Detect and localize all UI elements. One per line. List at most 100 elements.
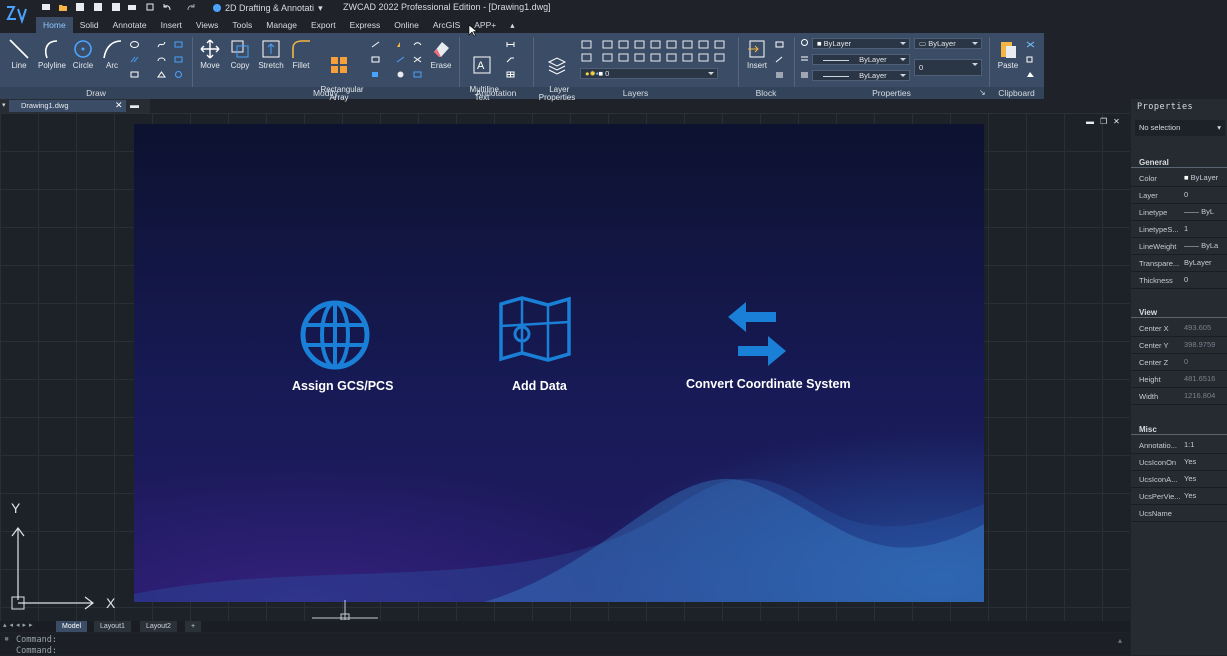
circle-button[interactable]: Circle: [70, 38, 96, 70]
prop-row-ucs-name[interactable]: UcsName: [1131, 505, 1227, 522]
layer-dropdown[interactable]: ●✹▪■ 0: [580, 68, 718, 79]
redo-icon[interactable]: [186, 2, 196, 12]
explode-icon[interactable]: [413, 56, 422, 63]
move-button[interactable]: Move: [197, 38, 223, 70]
edit-block-icon[interactable]: [775, 56, 784, 63]
tab-home[interactable]: Home: [36, 17, 73, 33]
add-layout-button[interactable]: +: [185, 621, 202, 632]
close-icon[interactable]: ✕: [115, 100, 123, 111]
layout-nav-arrows[interactable]: ▴◂◂▸▸: [3, 621, 36, 629]
ellipse-icon[interactable]: [130, 41, 139, 48]
tab-solid[interactable]: Solid: [73, 17, 106, 33]
stretch-button[interactable]: Stretch: [256, 38, 286, 70]
tab-insert[interactable]: Insert: [154, 17, 189, 33]
erase-button[interactable]: Erase: [429, 38, 453, 70]
match-properties-icon[interactable]: [800, 39, 809, 46]
match-icon[interactable]: [1026, 71, 1035, 78]
color-dropdown[interactable]: ■ ByLayer: [812, 38, 910, 49]
tab-export[interactable]: Export: [304, 17, 343, 33]
lineweight-icon[interactable]: [800, 71, 809, 78]
open-icon[interactable]: [58, 2, 68, 12]
convert-arrows-icon[interactable]: [726, 302, 788, 366]
fillet-button[interactable]: Fillet: [289, 38, 313, 70]
zwcad-logo-icon[interactable]: [4, 3, 30, 27]
tab-layout2[interactable]: Layout2: [140, 621, 177, 632]
prop-row-width[interactable]: Width 1216.804: [1131, 388, 1227, 405]
preview-icon[interactable]: [145, 2, 155, 12]
donut-icon[interactable]: [174, 71, 183, 78]
tab-annotate[interactable]: Annotate: [106, 17, 154, 33]
selection-dropdown[interactable]: No selection ▾: [1135, 120, 1225, 136]
offset-icon[interactable]: [413, 41, 422, 48]
line-button[interactable]: Line: [6, 38, 32, 70]
prop-row-center-x[interactable]: Center X 493.605: [1131, 320, 1227, 337]
revcloud-icon[interactable]: [157, 56, 166, 63]
tab-model[interactable]: Model: [56, 621, 88, 632]
tab-express[interactable]: Express: [343, 17, 388, 33]
trim-icon[interactable]: [371, 41, 380, 48]
section-general[interactable]: General: [1131, 154, 1227, 168]
prop-row-linetype-scale[interactable]: LinetypeS... 1: [1131, 221, 1227, 238]
create-block-icon[interactable]: [775, 41, 784, 48]
prop-row-thickness[interactable]: Thickness 0: [1131, 272, 1227, 289]
save-as-icon[interactable]: [93, 2, 103, 12]
add-data-label[interactable]: Add Data: [512, 379, 567, 393]
arc-button[interactable]: Arc: [99, 38, 125, 70]
publish-icon[interactable]: [111, 2, 121, 12]
region-icon[interactable]: [174, 41, 183, 48]
prop-row-layer[interactable]: Layer 0: [1131, 187, 1227, 204]
ribbon-minimize-icon[interactable]: ▴: [503, 17, 521, 33]
new-tab-icon[interactable]: ▬: [130, 100, 139, 110]
mirror-icon[interactable]: [396, 41, 405, 48]
prop-row-center-y[interactable]: Center Y 398.9759: [1131, 337, 1227, 354]
new-icon[interactable]: [41, 2, 51, 12]
prop-row-ucs-icon-on[interactable]: UcsIconOn Yes: [1131, 454, 1227, 471]
copy-clip-icon[interactable]: [1026, 56, 1035, 63]
hatch-icon[interactable]: [130, 56, 139, 63]
scale-icon[interactable]: [396, 56, 405, 63]
layer-tools-icons[interactable]: [581, 40, 731, 64]
copy-button[interactable]: Copy: [227, 38, 253, 70]
rectangle-icon[interactable]: [130, 71, 139, 78]
viewport-window-controls[interactable]: ▬❐✕: [1086, 117, 1126, 126]
lineweight-dropdown[interactable]: ByLayer: [812, 70, 910, 81]
cut-icon[interactable]: [1026, 41, 1035, 48]
table-icon[interactable]: [506, 71, 515, 78]
dimension-icon[interactable]: [506, 41, 515, 48]
plotstyle-dropdown[interactable]: ▭ ByLayer: [914, 38, 982, 49]
prop-row-linetype[interactable]: Linetype —— ByL: [1131, 204, 1227, 221]
linetype-dropdown[interactable]: ByLayer: [812, 54, 910, 65]
section-misc[interactable]: Misc: [1131, 421, 1227, 435]
tab-manage[interactable]: Manage: [259, 17, 304, 33]
map-icon[interactable]: [498, 296, 572, 362]
prop-row-center-z[interactable]: Center Z 0: [1131, 354, 1227, 371]
polygon-icon[interactable]: [157, 71, 166, 78]
save-icon[interactable]: [75, 2, 85, 12]
prop-row-color[interactable]: Color ■ ByLayer: [1131, 170, 1227, 187]
convert-coordinate-system-label[interactable]: Convert Coordinate System: [686, 377, 851, 391]
close-icon[interactable]: ✕: [1113, 117, 1126, 126]
boundary-icon[interactable]: [174, 56, 183, 63]
join-icon[interactable]: [396, 71, 405, 78]
workspace-switcher[interactable]: 2D Drafting & Annotati ▾: [213, 2, 323, 14]
attribute-icon[interactable]: [775, 71, 784, 78]
break-icon[interactable]: [413, 71, 422, 78]
prop-row-transparency[interactable]: Transpare... ByLayer: [1131, 255, 1227, 272]
section-view[interactable]: View: [1131, 304, 1227, 318]
properties-launcher-icon[interactable]: ↘: [979, 88, 986, 97]
paste-button[interactable]: Paste: [996, 38, 1020, 70]
undo-icon[interactable]: [162, 2, 172, 12]
tab-tools[interactable]: Tools: [225, 17, 259, 33]
insert-block-button[interactable]: Insert: [744, 38, 770, 70]
prop-row-annotation-scale[interactable]: Annotatio... 1:1: [1131, 437, 1227, 454]
command-line[interactable]: ▪ Command: Command:: [0, 633, 1130, 656]
assign-gcs-pcs-label[interactable]: Assign GCS/PCS: [292, 379, 393, 393]
prop-row-ucs-icon-at-origin[interactable]: UcsIconA... Yes: [1131, 471, 1227, 488]
linetype-icon[interactable]: [800, 55, 809, 62]
doc-list-icon[interactable]: ▾: [2, 101, 6, 109]
document-tab-drawing1[interactable]: Drawing1.dwg: [9, 100, 126, 112]
plot-icon[interactable]: [127, 2, 137, 12]
tab-online[interactable]: Online: [387, 17, 426, 33]
minimize-icon[interactable]: ▬: [1086, 117, 1100, 126]
chamfer-icon[interactable]: [371, 71, 380, 78]
